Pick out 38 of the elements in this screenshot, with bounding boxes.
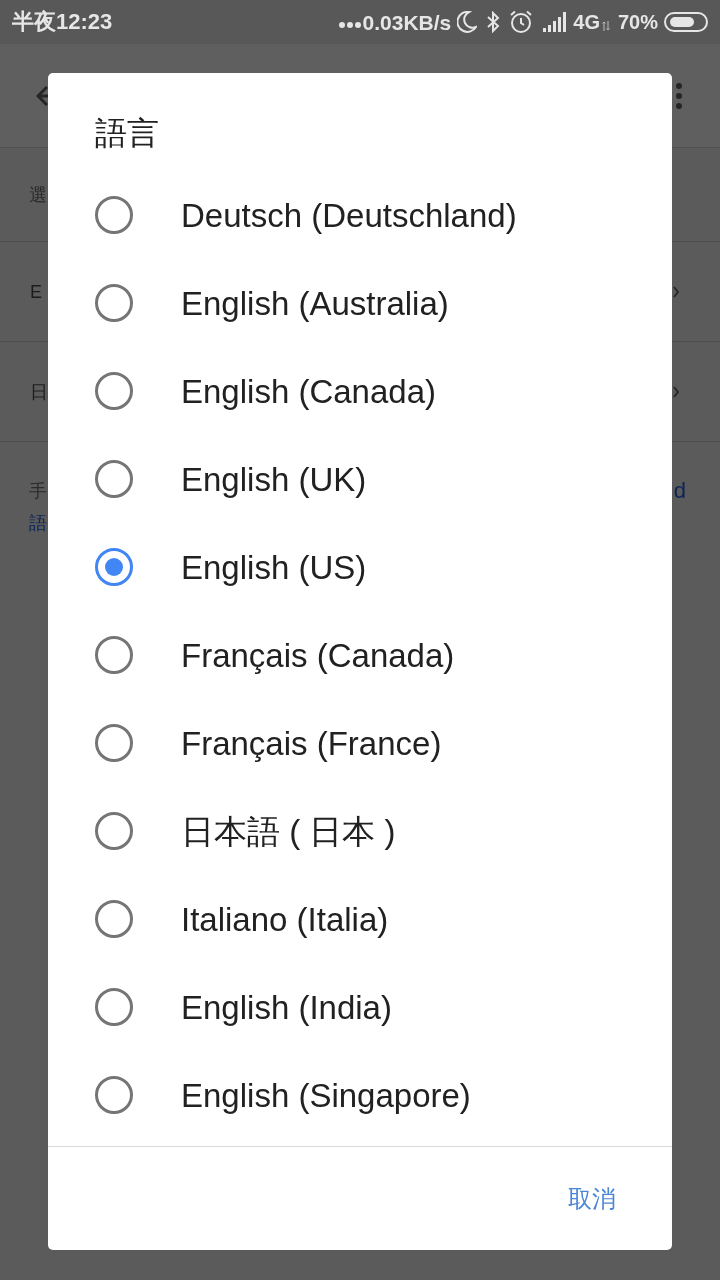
option-label[interactable]: English (Australia) [181, 286, 449, 320]
radio-button[interactable] [95, 900, 133, 938]
more-icon[interactable] [676, 82, 682, 109]
bluetooth-icon [486, 11, 501, 33]
moon-icon [457, 11, 478, 33]
radio-button[interactable] [95, 724, 133, 762]
radio-button[interactable] [95, 284, 133, 322]
cancel-button[interactable]: 取消 [552, 1176, 632, 1221]
chevron-right-icon [673, 285, 679, 298]
network-type: 4G [573, 12, 600, 32]
network-speed: 0.03KB/s [362, 11, 452, 33]
option-label[interactable]: English (Singapore) [181, 1078, 471, 1112]
option-label[interactable]: English (UK) [181, 462, 367, 496]
radio-button[interactable] [95, 548, 133, 586]
option-label[interactable]: English (Canada) [181, 374, 436, 408]
radio-button[interactable] [95, 812, 133, 850]
status-time: 半夜12:23 [12, 11, 113, 33]
back-arrow-icon[interactable] [36, 85, 48, 106]
radio-button[interactable] [95, 1076, 133, 1114]
battery-icon [664, 12, 708, 32]
chevron-right-icon [673, 385, 679, 398]
radio-button[interactable] [95, 196, 133, 234]
radio-button[interactable] [95, 460, 133, 498]
option-label[interactable]: Français (France) [181, 726, 442, 760]
dots-icon [338, 22, 361, 28]
option-label[interactable]: 日本語 ( 日本 ) [181, 814, 396, 848]
radio-button[interactable] [95, 372, 133, 410]
option-label[interactable]: Italiano (Italia) [181, 902, 389, 936]
radio-button[interactable] [95, 636, 133, 674]
option-label[interactable]: English (India) [181, 990, 392, 1024]
dialog-title: 語言 [95, 115, 159, 151]
battery-percent: 70% [617, 12, 658, 32]
option-label[interactable]: English (US) [181, 550, 367, 584]
up-down-arrows-icon [601, 21, 610, 31]
option-label[interactable]: Deutsch (Deutschland) [181, 198, 517, 232]
alarm-clock-icon [509, 10, 534, 34]
radio-button[interactable] [95, 988, 133, 1026]
option-label[interactable]: Français (Canada) [181, 638, 455, 672]
